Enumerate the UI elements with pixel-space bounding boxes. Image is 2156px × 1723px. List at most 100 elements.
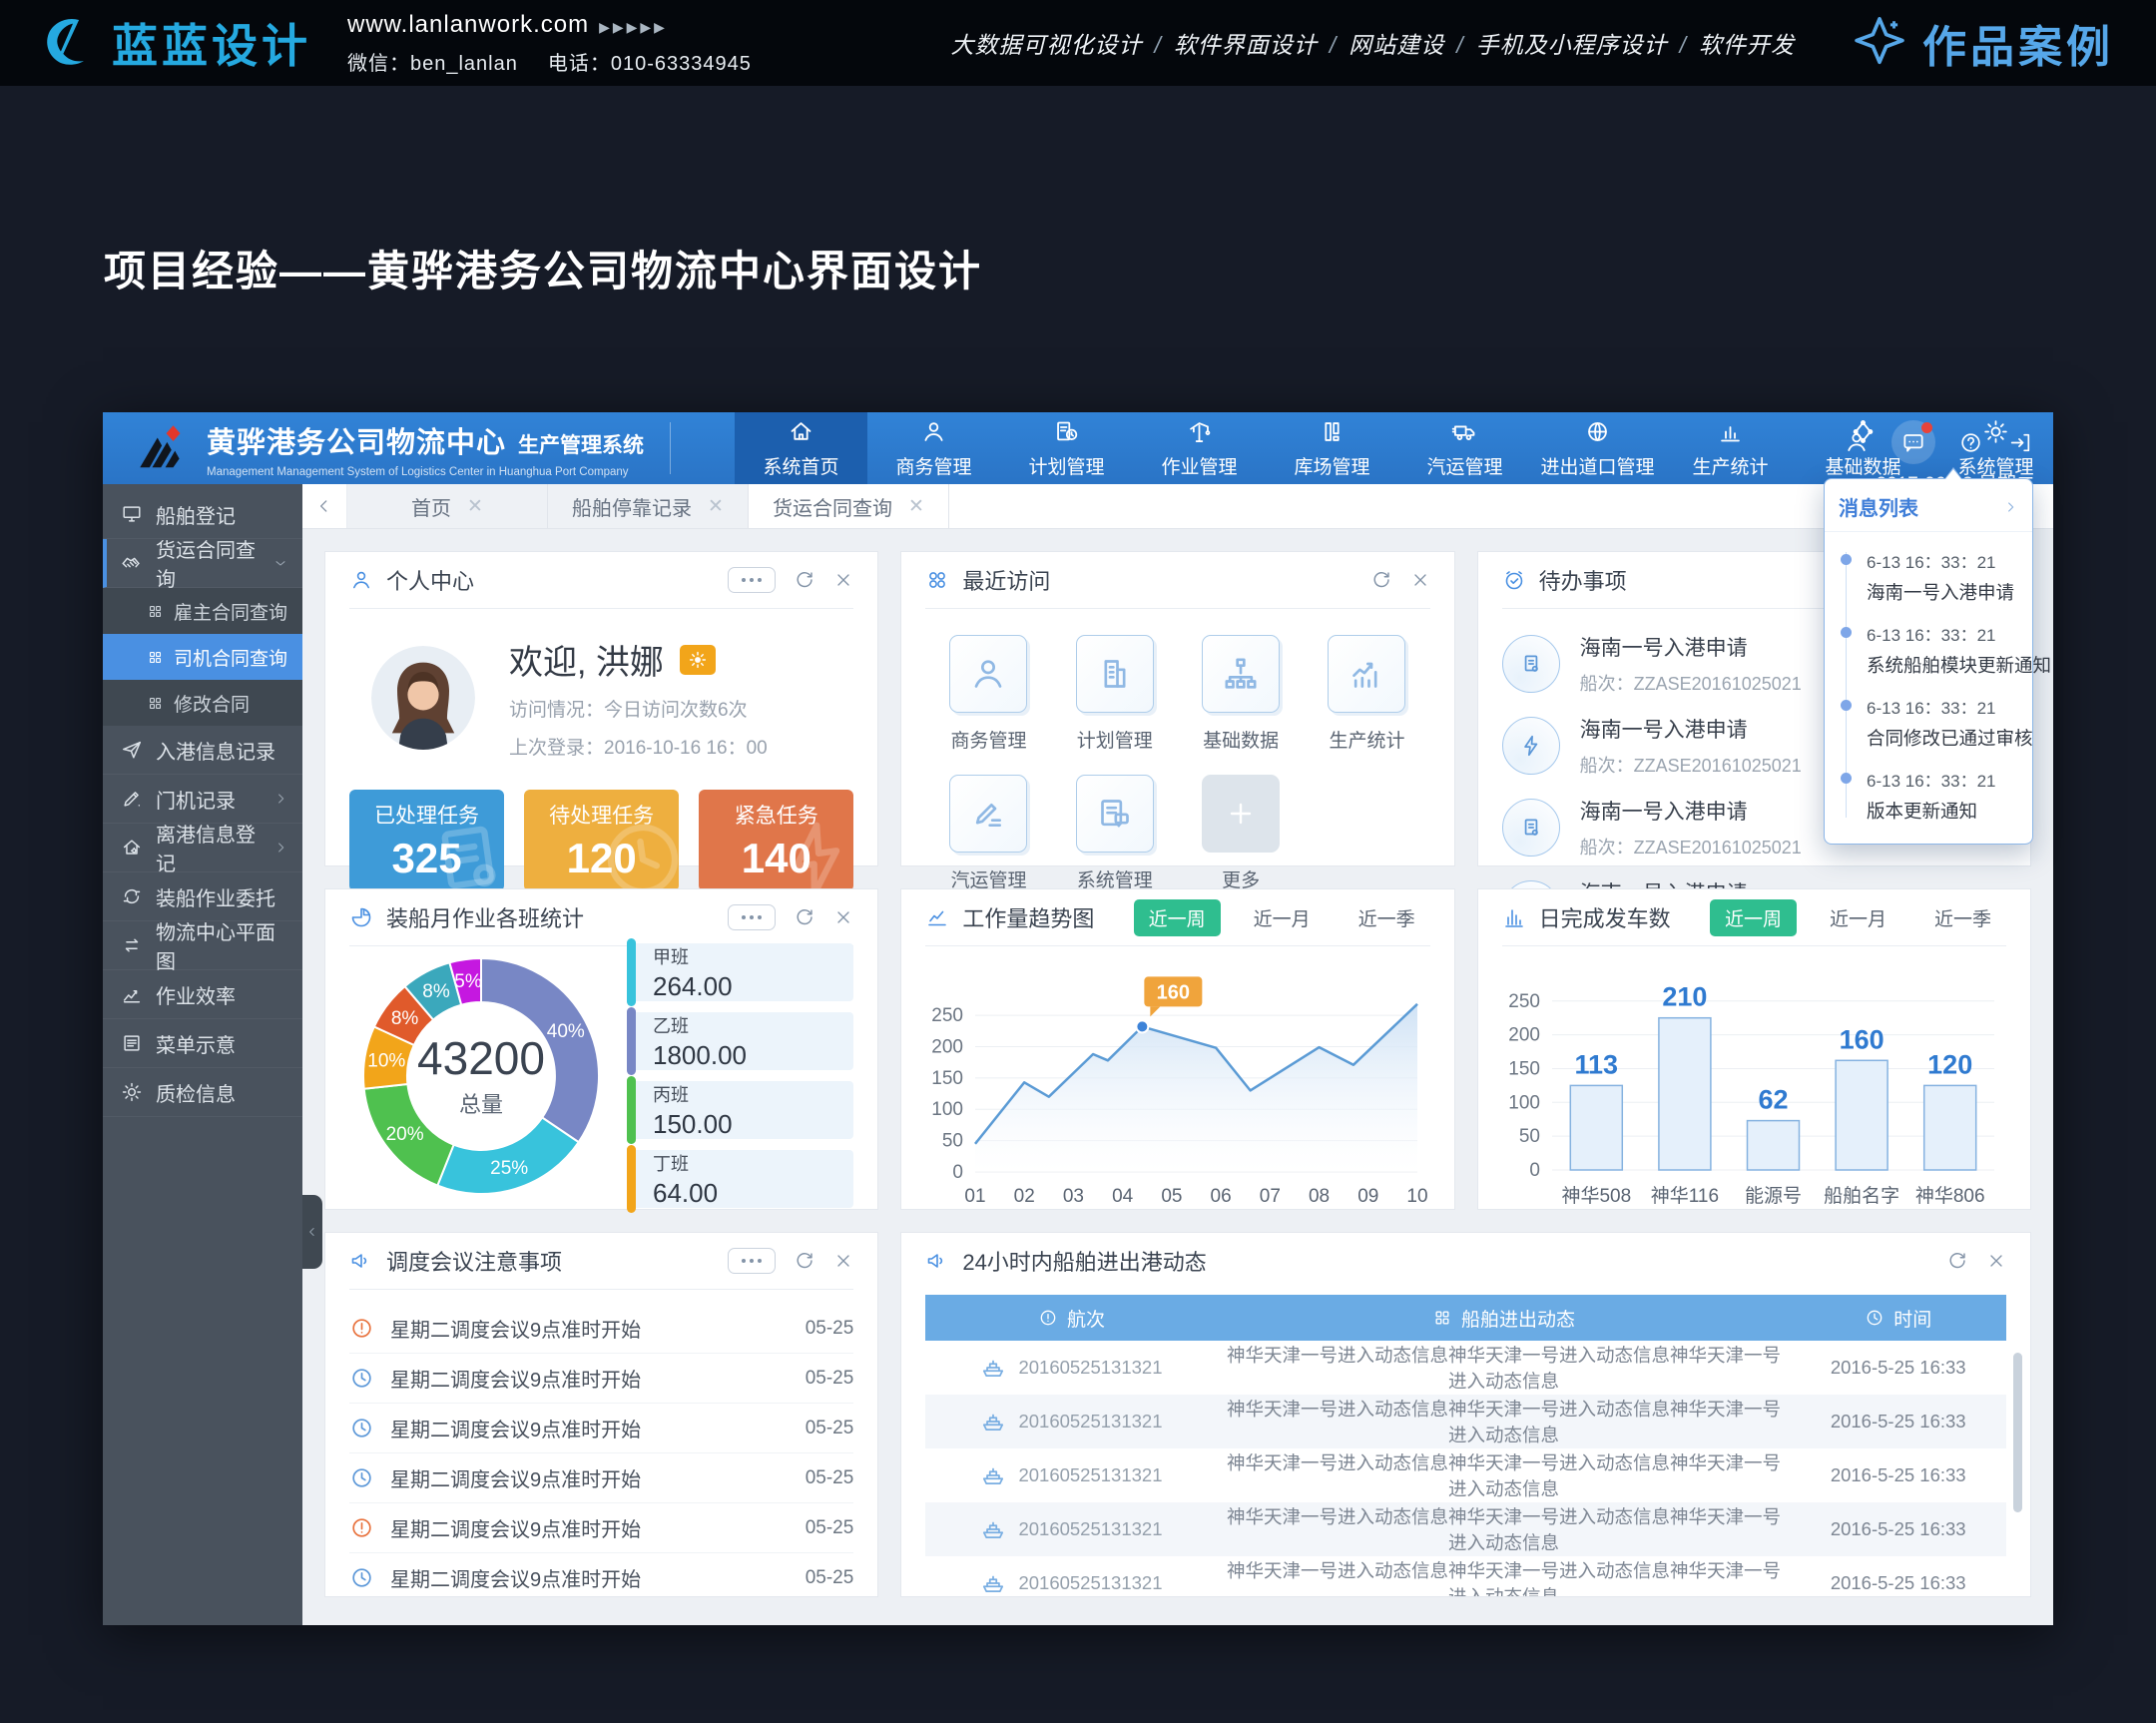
table-row[interactable]: 20160525131321神华天津一号进入动态信息神华天津一号进入动态信息神华… xyxy=(925,1341,2006,1395)
legend-item: 丙班150.00 xyxy=(629,1081,853,1139)
message-item[interactable]: 6-13 16：33：21系统船舶模块更新通知 xyxy=(1825,613,2032,686)
message-item[interactable]: 6-13 16：33：21合同修改已通过审核 xyxy=(1825,686,2032,759)
close-icon[interactable] xyxy=(1410,570,1430,590)
sidebar-item-1[interactable]: 货运合同查询 xyxy=(103,539,302,588)
app-shortcut[interactable]: 系统管理 xyxy=(1076,775,1154,892)
refresh-icon[interactable] xyxy=(794,906,815,928)
bars-icon xyxy=(1717,418,1744,445)
sidebar-item-8[interactable]: 菜单示意 xyxy=(103,1019,302,1068)
refresh-icon[interactable] xyxy=(1370,569,1392,591)
svg-text:03: 03 xyxy=(1063,1186,1084,1207)
filter-0[interactable]: 近一周 xyxy=(1134,899,1221,936)
meeting-text: 星期二调度会议9点准时开始 xyxy=(390,1414,641,1442)
sidebar-collapse-handle[interactable] xyxy=(302,1195,322,1269)
todo-title: 海南一号入港申请 xyxy=(1580,714,1802,744)
wechat-label: 微信：ben_lanlan xyxy=(347,53,518,75)
app-title: 黄骅港务公司物流中心 xyxy=(207,419,506,461)
apps-icon xyxy=(925,568,949,592)
logout-icon[interactable] xyxy=(2005,427,2035,457)
more-button[interactable] xyxy=(728,567,776,593)
sidebar-item-4[interactable]: 离港信息登记 xyxy=(103,824,302,872)
sync-icon xyxy=(121,885,143,907)
more-button[interactable] xyxy=(728,904,776,930)
portfolio-link[interactable]: 作品案例 xyxy=(1851,11,2114,75)
filter-2[interactable]: 近一季 xyxy=(1344,899,1430,936)
tab-1[interactable]: 船舶停靠记录✕ xyxy=(548,484,749,528)
refresh-icon[interactable] xyxy=(794,1250,815,1272)
user-icon[interactable] xyxy=(1842,427,1872,457)
stat-label: 紧急任务 xyxy=(735,800,818,830)
svg-text:05: 05 xyxy=(1162,1186,1183,1207)
table-row[interactable]: 20160525131321神华天津一号进入动态信息神华天津一号进入动态信息神华… xyxy=(925,1502,2006,1556)
nav-item-6[interactable]: 进出道口管理 xyxy=(1531,412,1664,484)
sidebar-item-6[interactable]: 物流中心平面图 xyxy=(103,921,302,970)
filter-1[interactable]: 近一月 xyxy=(1239,899,1326,936)
close-icon[interactable] xyxy=(1986,1251,2006,1271)
sidebar-item-0[interactable]: 船舶登记 xyxy=(103,490,302,539)
tab-2[interactable]: 货运合同查询✕ xyxy=(749,484,949,528)
tab-0[interactable]: 首页✕ xyxy=(347,484,548,528)
stat-icon xyxy=(1328,635,1405,713)
site-logo[interactable]: 蓝蓝设计 xyxy=(0,10,311,76)
card-ship-dynamics: 24小时内船舶进出港动态 航次船舶进出动态时间20160525131321神华天… xyxy=(900,1232,2031,1597)
chevron-right-icon[interactable] xyxy=(2002,499,2018,515)
close-icon[interactable]: ✕ xyxy=(467,495,483,518)
nav-item-0[interactable]: 系统首页 xyxy=(735,412,867,484)
message-item[interactable]: 6-13 16：33：21海南一号入港申请 xyxy=(1825,540,2032,613)
app-shortcut[interactable]: 基础数据 xyxy=(1202,635,1280,753)
sidebar-subitem-0[interactable]: 雇主合同查询 xyxy=(103,588,302,634)
table-row[interactable]: 20160525131321神华天津一号进入动态信息神华天津一号进入动态信息神华… xyxy=(925,1395,2006,1448)
meeting-item[interactable]: 星期二调度会议9点准时开始05-25 xyxy=(349,1503,853,1553)
meeting-item[interactable]: 星期二调度会议9点准时开始05-25 xyxy=(349,1453,853,1503)
app-shortcut[interactable]: 计划管理 xyxy=(1076,635,1154,753)
sidebar-item-9[interactable]: 质检信息 xyxy=(103,1068,302,1117)
meeting-item[interactable]: 星期二调度会议9点准时开始05-25 xyxy=(349,1404,853,1453)
svg-text:210: 210 xyxy=(1662,982,1707,1012)
close-icon[interactable]: ✕ xyxy=(908,495,924,518)
filter-0[interactable]: 近一周 xyxy=(1710,899,1797,936)
meeting-item[interactable]: 星期二调度会议9点准时开始05-25 xyxy=(349,1304,853,1354)
filter-1[interactable]: 近一月 xyxy=(1815,899,1901,936)
nav-item-4[interactable]: 库场管理 xyxy=(1266,412,1398,484)
app-shortcut[interactable]: 商务管理 xyxy=(949,635,1027,753)
sidebar-item-7[interactable]: 作业效率 xyxy=(103,970,302,1019)
table-row[interactable]: 20160525131321神华天津一号进入动态信息神华天津一号进入动态信息神华… xyxy=(925,1448,2006,1502)
nav-item-7[interactable]: 生产统计 xyxy=(1664,412,1797,484)
building-icon xyxy=(1076,635,1154,713)
sidebar-item-3[interactable]: 门机记录 xyxy=(103,775,302,824)
filter-2[interactable]: 近一季 xyxy=(1919,899,2006,936)
sidebar-item-2[interactable]: 入港信息记录 xyxy=(103,726,302,775)
app-shortcut[interactable]: 更多 xyxy=(1202,775,1280,892)
tab-scroll-left-button[interactable] xyxy=(302,484,347,528)
nav-item-3[interactable]: 作业管理 xyxy=(1133,412,1266,484)
meeting-text: 星期二调度会议9点准时开始 xyxy=(390,1563,641,1592)
refresh-icon[interactable] xyxy=(794,569,815,591)
refresh-icon[interactable] xyxy=(1946,1250,1968,1272)
sidebar-subitem-1[interactable]: 司机合同查询 xyxy=(103,634,302,680)
site-url[interactable]: www.lanlanwork.com xyxy=(347,11,589,38)
messages-icon[interactable] xyxy=(1891,420,1935,464)
sidebar-label: 离港信息登记 xyxy=(156,819,260,876)
app-shortcut[interactable]: 汽运管理 xyxy=(949,775,1027,892)
table-scrollbar[interactable] xyxy=(2013,1353,2022,1512)
sidebar-item-5[interactable]: 装船作业委托 xyxy=(103,872,302,921)
message-item[interactable]: 6-13 16：33：21版本更新通知 xyxy=(1825,759,2032,832)
close-icon[interactable] xyxy=(833,570,853,590)
close-icon[interactable] xyxy=(833,907,853,927)
sidebar-subitem-2[interactable]: 修改合同 xyxy=(103,680,302,726)
close-icon[interactable]: ✕ xyxy=(708,495,724,518)
nav-item-5[interactable]: 汽运管理 xyxy=(1398,412,1531,484)
nav-item-1[interactable]: 商务管理 xyxy=(867,412,1000,484)
help-icon[interactable] xyxy=(1955,427,1985,457)
meeting-item[interactable]: 星期二调度会议9点准时开始05-25 xyxy=(349,1553,853,1602)
close-icon[interactable] xyxy=(833,1251,853,1271)
time-filters: 近一周近一月近一季 xyxy=(1710,899,2006,936)
sidebar-label: 入港信息记录 xyxy=(156,736,275,765)
meeting-item[interactable]: 星期二调度会议9点准时开始05-25 xyxy=(349,1354,853,1404)
table-row[interactable]: 20160525131321神华天津一号进入动态信息神华天津一号进入动态信息神华… xyxy=(925,1556,2006,1596)
app-label: 基础数据 xyxy=(1203,726,1279,753)
app-shortcut[interactable]: 生产统计 xyxy=(1328,635,1405,753)
more-button[interactable] xyxy=(728,1248,776,1274)
ship-icon xyxy=(980,1462,1006,1488)
nav-item-2[interactable]: 计划管理 xyxy=(1000,412,1133,484)
